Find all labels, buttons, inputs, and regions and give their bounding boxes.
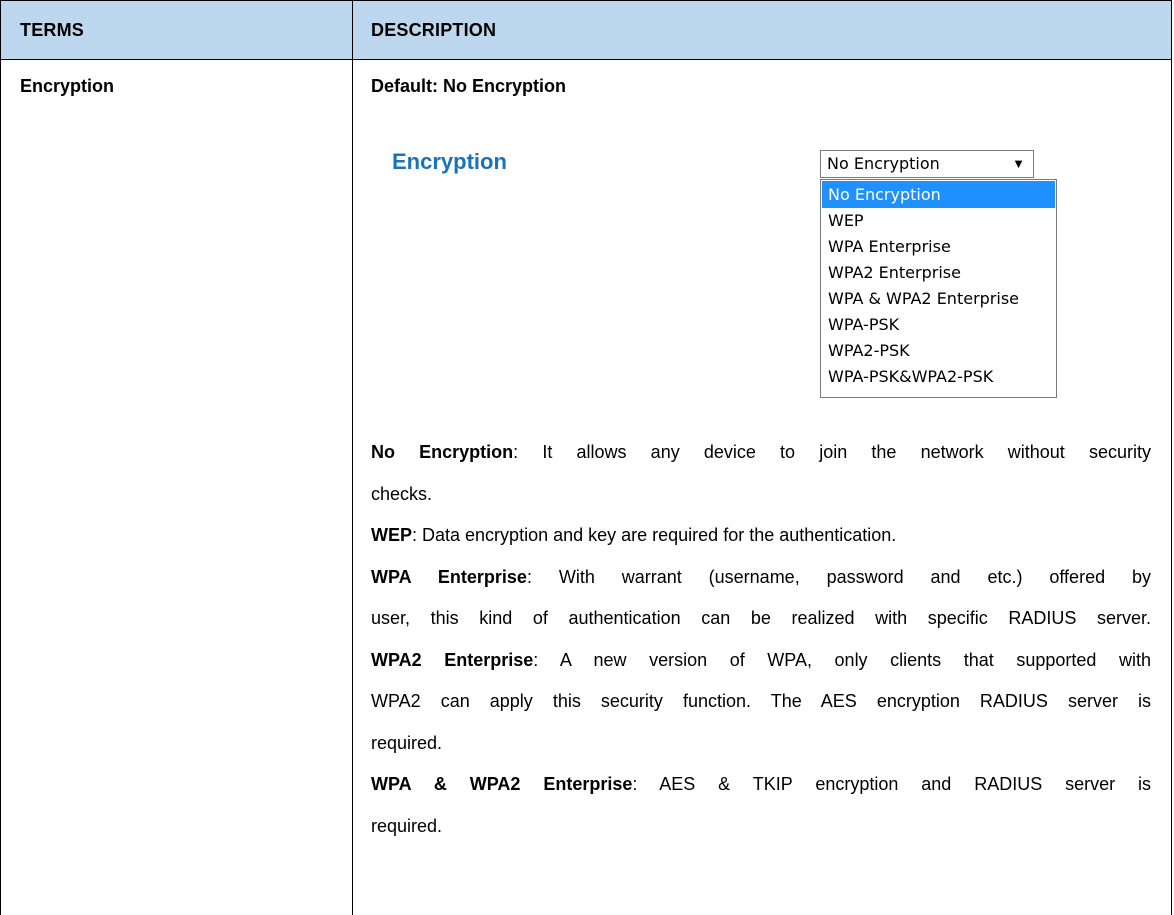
desc-wpa-wpa2-enterprise-line1: WPA & WPA2 Enterprise: AES & TKIP encryp… bbox=[371, 774, 1151, 794]
desc-wpa2-enterprise-text: : A new version of WPA, only clients tha… bbox=[533, 650, 1152, 670]
dropdown-option-wpa-wpa2-enterprise[interactable]: WPA & WPA2 Enterprise bbox=[822, 285, 1055, 312]
desc-no-encryption-line1: No Encryption: It allows any device to j… bbox=[371, 442, 1151, 462]
default-value: Default: No Encryption bbox=[371, 76, 567, 96]
desc-wpa-enterprise-line2: user, this kind of authentication can be… bbox=[371, 608, 1151, 628]
table-header-row bbox=[0, 0, 1172, 60]
desc-wep-line: WEP: Data encryption and key are require… bbox=[371, 525, 896, 545]
header-terms: TERMS bbox=[20, 20, 84, 40]
dropdown-arrow-icon: ▼ bbox=[1012, 156, 1025, 171]
encryption-select-value: No Encryption bbox=[827, 154, 940, 173]
desc-wpa-enterprise-text: : With warrant (username, password and e… bbox=[526, 567, 1151, 587]
dropdown-option-wpa-enterprise[interactable]: WPA Enterprise bbox=[822, 233, 1055, 260]
desc-wpa2-enterprise-term: WPA2 Enterprise bbox=[371, 650, 534, 670]
dropdown-option-wpa-psk[interactable]: WPA-PSK bbox=[822, 311, 1055, 338]
desc-wpa2-enterprise-line3: required. bbox=[371, 733, 443, 753]
encryption-select[interactable]: No Encryption ▼ bbox=[820, 150, 1034, 178]
desc-wpa-enterprise-term: WPA Enterprise bbox=[371, 567, 527, 587]
table-right-border bbox=[1171, 0, 1172, 915]
desc-wpa-wpa2-enterprise-line2: required. bbox=[371, 816, 443, 836]
desc-no-encryption-line2: checks. bbox=[371, 484, 433, 504]
dropdown-option-wpa2-enterprise[interactable]: WPA2 Enterprise bbox=[822, 259, 1055, 286]
term-encryption: Encryption bbox=[20, 76, 115, 96]
dropdown-option-wep[interactable]: WEP bbox=[822, 207, 1055, 234]
dropdown-option-no-encryption[interactable]: No Encryption bbox=[822, 181, 1055, 208]
desc-wpa2-enterprise-line1: WPA2 Enterprise: A new version of WPA, o… bbox=[371, 650, 1151, 670]
dropdown-option-wpa-psk-wpa2-psk[interactable]: WPA-PSK&WPA2-PSK bbox=[822, 363, 1055, 390]
desc-wpa-wpa2-enterprise-text: : AES & TKIP encryption and RADIUS serve… bbox=[632, 774, 1151, 794]
desc-wpa2-enterprise-line2: WPA2 can apply this security function. T… bbox=[371, 691, 1151, 711]
terms-table: TERMS DESCRIPTION Encryption Default: No… bbox=[0, 0, 1172, 915]
desc-no-encryption-term: No Encryption bbox=[371, 442, 514, 462]
desc-wep-text: : Data encryption and key are required f… bbox=[412, 525, 897, 545]
desc-wpa-wpa2-enterprise-term: WPA & WPA2 Enterprise bbox=[371, 774, 633, 794]
dropdown-option-wpa2-psk[interactable]: WPA2-PSK bbox=[822, 337, 1055, 364]
column-divider bbox=[352, 0, 353, 915]
header-description: DESCRIPTION bbox=[371, 20, 497, 40]
desc-wpa-enterprise-line1: WPA Enterprise: With warrant (username, … bbox=[371, 567, 1151, 587]
desc-no-encryption-text: : It allows any device to join the netwo… bbox=[513, 442, 1151, 462]
encryption-dropdown-list: No Encryption WEP WPA Enterprise WPA2 En… bbox=[820, 179, 1057, 398]
encryption-setting-label: Encryption bbox=[392, 149, 507, 174]
desc-wep-term: WEP bbox=[371, 525, 413, 545]
table-left-border bbox=[0, 0, 1, 915]
